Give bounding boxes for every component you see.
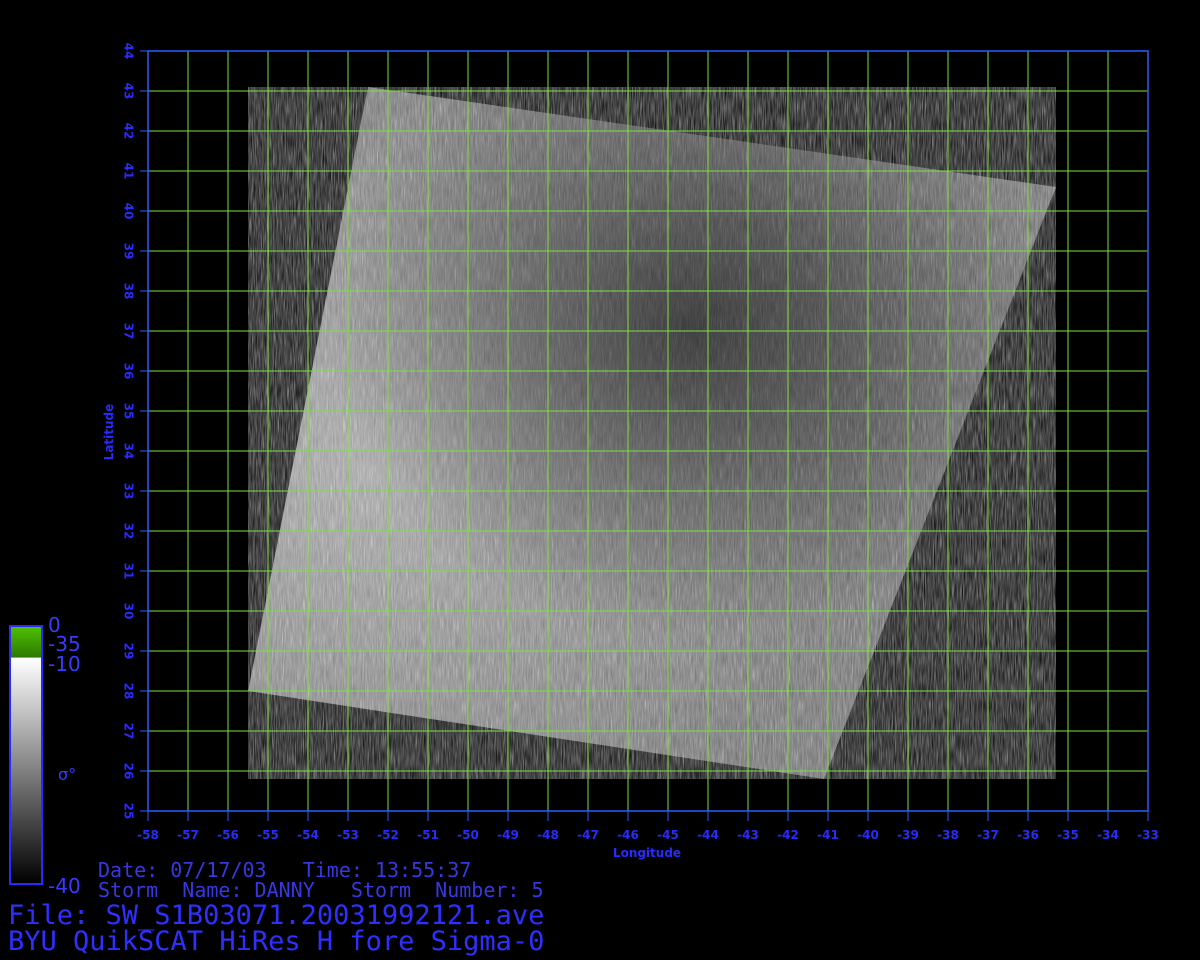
latitude-ticks: 25 26 27 28 29 30 31 32 33 34 35 36 37 38 39 40 41 42 43 44 xyxy=(122,43,148,820)
lon-tick-label: -52 xyxy=(377,828,399,842)
lat-tick-label: 31 xyxy=(122,563,136,580)
file-line: File: SW_S1B03071.20031992121.ave xyxy=(8,900,545,931)
colorbar-label-white-start: -10 xyxy=(48,652,81,676)
lat-tick-label: 41 xyxy=(122,163,136,180)
lon-tick-label: -56 xyxy=(217,828,239,842)
lon-tick-label: -37 xyxy=(977,828,999,842)
lat-tick-label: 33 xyxy=(122,483,136,500)
map-plot: -58 -57 -56 -55 -54 -53 -52 -51 -50 -49 -48 -47 -46 -… xyxy=(9,43,1159,885)
lon-tick-label: -54 xyxy=(297,828,319,842)
lon-tick-label: -43 xyxy=(737,828,759,842)
lon-tick-label: -40 xyxy=(857,828,879,842)
sigma0-swath xyxy=(248,87,1056,779)
lon-tick-label: -58 xyxy=(137,828,159,842)
date-time-line: Date: 07/17/03 Time: 13:55:37 xyxy=(98,858,472,882)
colorbar-symbol: σ° xyxy=(58,765,76,784)
storm-line: Storm Name: DANNY Storm Number: 5 xyxy=(98,878,544,902)
lon-tick-label: -46 xyxy=(617,828,639,842)
lat-tick-label: 40 xyxy=(122,203,136,220)
lon-tick-label: -48 xyxy=(537,828,559,842)
lon-tick-label: -51 xyxy=(417,828,439,842)
lat-tick-label: 27 xyxy=(122,723,136,740)
lon-tick-label: -42 xyxy=(777,828,799,842)
lat-tick-label: 42 xyxy=(122,123,136,140)
lon-tick-label: -44 xyxy=(697,828,719,842)
lat-tick-label: 34 xyxy=(122,443,136,460)
lon-tick-label: -55 xyxy=(257,828,279,842)
lon-tick-label: -36 xyxy=(1017,828,1039,842)
lon-tick-label: -53 xyxy=(337,828,359,842)
lon-tick-label: -33 xyxy=(1137,828,1159,842)
lat-tick-label: 38 xyxy=(122,283,136,300)
lat-tick-label: 30 xyxy=(122,603,136,620)
longitude-ticks: -58 -57 -56 -55 -54 -53 -52 -51 -50 -49 -48 -47 -46 -… xyxy=(137,811,1159,842)
lon-tick-label: -39 xyxy=(897,828,919,842)
lat-tick-label: 36 xyxy=(122,363,136,380)
lat-tick-label: 43 xyxy=(122,83,136,100)
lon-tick-label: -57 xyxy=(177,828,199,842)
title-line: BYU QuikSCAT HiRes H fore Sigma-0 xyxy=(8,926,545,957)
lat-tick-label: 35 xyxy=(122,403,136,420)
x-axis-label: Longitude xyxy=(613,846,681,860)
lon-tick-label: -50 xyxy=(457,828,479,842)
lon-tick-label: -41 xyxy=(817,828,839,842)
lat-tick-label: 37 xyxy=(122,323,136,340)
lon-tick-label: -49 xyxy=(497,828,519,842)
lon-tick-label: -45 xyxy=(657,828,679,842)
lat-tick-label: 25 xyxy=(122,803,136,820)
swath-layer xyxy=(248,87,1056,779)
colorbar xyxy=(9,625,43,885)
lat-tick-label: 28 xyxy=(122,683,136,700)
lat-tick-label: 26 xyxy=(122,763,136,780)
lat-tick-label: 32 xyxy=(122,523,136,540)
lon-tick-label: -34 xyxy=(1097,828,1119,842)
lat-tick-label: 39 xyxy=(122,243,136,260)
colorbar-label-green-end: -35 xyxy=(48,632,81,656)
colorbar-label-bottom: -40 xyxy=(48,874,81,898)
lat-tick-label: 44 xyxy=(122,43,136,60)
lon-tick-label: -38 xyxy=(937,828,959,842)
y-axis-label: Latitude xyxy=(102,404,116,461)
lon-tick-label: -35 xyxy=(1057,828,1079,842)
lon-tick-label: -47 xyxy=(577,828,599,842)
lat-tick-label: 29 xyxy=(122,643,136,660)
